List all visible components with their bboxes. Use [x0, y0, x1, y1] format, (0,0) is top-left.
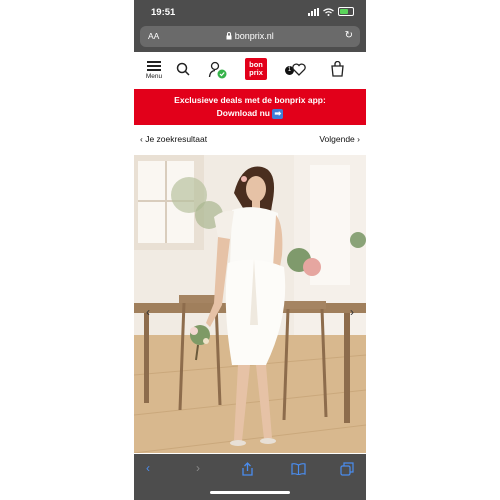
cart-icon[interactable]: [330, 61, 345, 77]
share-icon[interactable]: [241, 462, 254, 476]
back-to-results-link[interactable]: ‹ Je zoekresultaat: [140, 134, 207, 144]
search-icon[interactable]: [176, 62, 190, 76]
hamburger-icon: [147, 61, 161, 71]
battery-icon: [338, 7, 354, 16]
account-icon[interactable]: [208, 60, 228, 80]
result-navigation: ‹ Je zoekresultaat Volgende ›: [134, 129, 366, 149]
back-icon[interactable]: ‹: [146, 461, 150, 475]
right-arrow-icon: ➡: [272, 108, 284, 119]
status-time: 19:51: [151, 7, 176, 18]
url-text: bonprix.nl: [234, 31, 274, 41]
next-image-arrow[interactable]: ›: [350, 305, 354, 319]
next-result-link[interactable]: Volgende ›: [319, 134, 360, 144]
url-display[interactable]: bonprix.nl: [140, 31, 360, 41]
promo-headline: Exclusieve deals met de bonprix app:: [174, 95, 326, 105]
app-promo-banner[interactable]: Exclusieve deals met de bonprix app: Dow…: [134, 89, 366, 125]
previous-image-arrow[interactable]: ‹: [146, 305, 150, 319]
browser-top-chrome: 19:51 AA bonprix.nl ↻: [134, 0, 366, 52]
address-bar[interactable]: AA bonprix.nl ↻: [140, 26, 360, 47]
wishlist-icon[interactable]: [292, 63, 306, 76]
status-icons: [308, 7, 354, 16]
browser-bottom-toolbar: ‹ ›: [134, 454, 366, 500]
back-to-results-label: Je zoekresultaat: [145, 134, 208, 144]
bookmarks-icon[interactable]: [291, 463, 306, 475]
menu-label: Menu: [145, 73, 163, 80]
bonprix-logo[interactable]: bon prix: [245, 58, 267, 80]
signal-icon: [308, 7, 319, 16]
product-image[interactable]: ‹ ›: [134, 155, 366, 453]
promo-cta[interactable]: Download nu ➡: [134, 108, 366, 119]
phone-screen: 19:51 AA bonprix.nl ↻ Menu bon prix 1 Ex…: [134, 0, 366, 500]
reload-icon[interactable]: ↻: [345, 30, 353, 41]
product-photo-illustration: [134, 155, 366, 453]
site-header: Menu bon prix 1: [134, 52, 366, 88]
home-indicator: [210, 491, 290, 494]
promo-cta-label: Download nu: [216, 108, 270, 118]
forward-icon[interactable]: ›: [196, 461, 200, 475]
next-result-label: Volgende: [319, 134, 355, 144]
lock-icon: [226, 32, 232, 40]
chevron-right-icon: ›: [357, 134, 360, 144]
tabs-icon[interactable]: [340, 462, 354, 476]
menu-button[interactable]: Menu: [144, 61, 164, 80]
chevron-left-icon: ‹: [140, 134, 143, 144]
wifi-icon: [323, 7, 334, 16]
